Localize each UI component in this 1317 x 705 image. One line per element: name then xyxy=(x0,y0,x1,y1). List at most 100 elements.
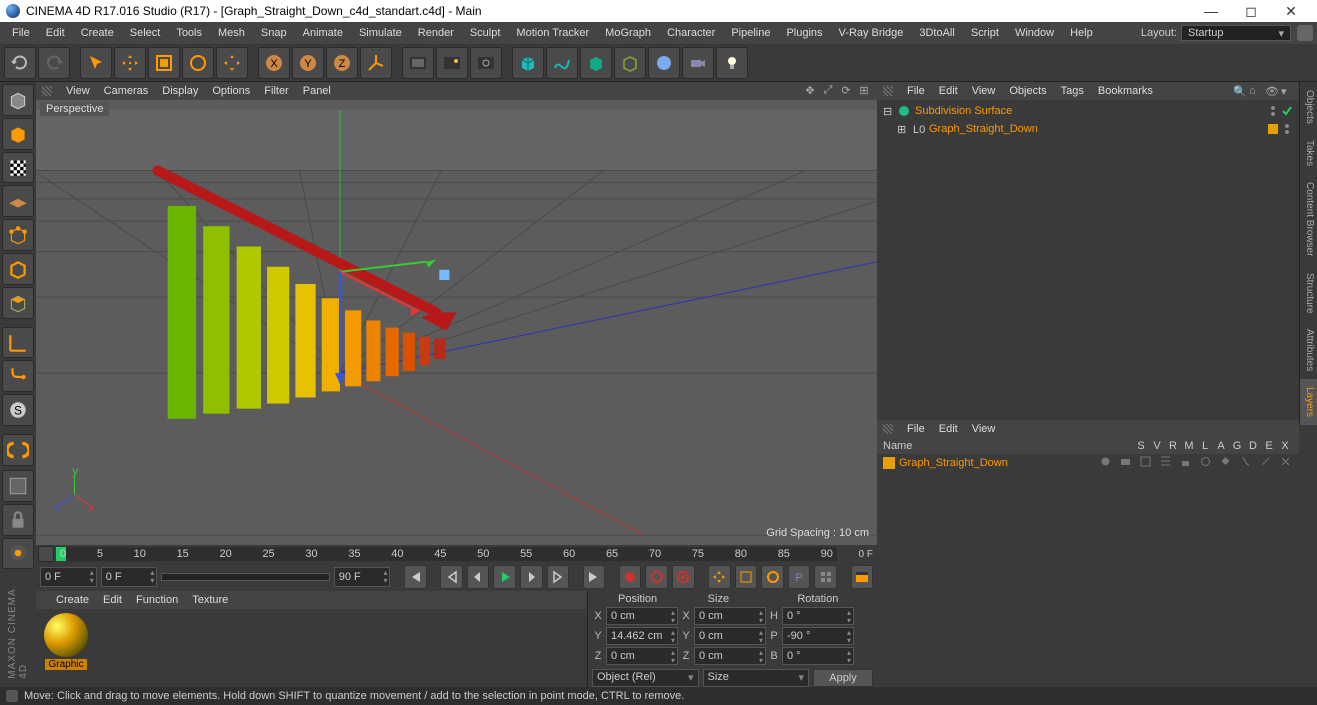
autokey-button[interactable] xyxy=(645,565,668,589)
menu-script[interactable]: Script xyxy=(963,22,1007,44)
keyframe-selection-button[interactable] xyxy=(672,565,695,589)
snap-mode-button[interactable]: S xyxy=(2,394,34,426)
menu-mesh[interactable]: Mesh xyxy=(210,22,253,44)
menu-tools[interactable]: Tools xyxy=(168,22,210,44)
menu-mograph[interactable]: MoGraph xyxy=(597,22,659,44)
material-item[interactable]: Graphic xyxy=(40,613,92,670)
enable-tag-icon[interactable] xyxy=(1281,105,1293,117)
menu-select[interactable]: Select xyxy=(122,22,169,44)
menu-vray[interactable]: V-Ray Bridge xyxy=(831,22,912,44)
tab-content-browser[interactable]: Content Browser xyxy=(1299,174,1317,264)
layer-solo-toggle[interactable] xyxy=(1097,456,1113,470)
edges-mode-button[interactable] xyxy=(2,253,34,285)
timeline-ruler[interactable]: 051015202530354045505560657075808590 0 F xyxy=(36,545,877,563)
mat-menu-edit[interactable]: Edit xyxy=(103,594,122,606)
layer-manager-toggle[interactable] xyxy=(1157,456,1173,470)
tab-attributes[interactable]: Attributes xyxy=(1299,321,1317,379)
grip-icon[interactable] xyxy=(42,86,52,96)
layer-xref-toggle[interactable] xyxy=(1277,456,1293,470)
eye-icon[interactable]: 👁 xyxy=(1265,85,1277,97)
prev-frame-button[interactable] xyxy=(467,565,490,589)
object-name[interactable]: Subdivision Surface xyxy=(915,105,1012,117)
key-scale-button[interactable] xyxy=(735,565,758,589)
viewport-menu-panel[interactable]: Panel xyxy=(303,85,331,97)
range-slider[interactable] xyxy=(161,573,329,581)
timeline-track[interactable]: 051015202530354045505560657075808590 xyxy=(56,547,837,561)
expand-toggle[interactable]: ⊞ xyxy=(897,123,907,136)
material-name[interactable]: Graphic xyxy=(45,659,86,670)
record-button[interactable] xyxy=(619,565,642,589)
go-end-button[interactable] xyxy=(583,565,606,589)
rotation-h-field[interactable]: 0 °▴▾ xyxy=(782,607,854,625)
to-frame-field[interactable]: 90 F▴▾ xyxy=(334,567,391,587)
timeline-icon[interactable] xyxy=(38,546,54,562)
menu-plugins[interactable]: Plugins xyxy=(778,22,830,44)
mat-menu-create[interactable]: Create xyxy=(56,594,89,606)
layer-manager[interactable]: Name S V R M L A G D E X Graph_Straight_… xyxy=(877,438,1299,687)
layer-expr-toggle[interactable] xyxy=(1257,456,1273,470)
obj-menu-objects[interactable]: Objects xyxy=(1009,85,1046,97)
timeline-window-button[interactable] xyxy=(851,565,874,589)
layer-color-swatch[interactable] xyxy=(883,457,895,469)
render-view-button[interactable] xyxy=(402,47,434,79)
menu-sculpt[interactable]: Sculpt xyxy=(462,22,509,44)
viewport-menu-filter[interactable]: Filter xyxy=(264,85,288,97)
layer-def-toggle[interactable] xyxy=(1237,456,1253,470)
obj-menu-bookmarks[interactable]: Bookmarks xyxy=(1098,85,1153,97)
apply-button[interactable]: Apply xyxy=(813,669,873,687)
maximize-button[interactable]: ◻ xyxy=(1231,3,1271,20)
size-y-field[interactable]: 0 cm▴▾ xyxy=(694,627,766,645)
minimize-button[interactable]: — xyxy=(1191,3,1231,19)
layer-anim-toggle[interactable] xyxy=(1197,456,1213,470)
scale-tool[interactable] xyxy=(148,47,180,79)
mat-menu-function[interactable]: Function xyxy=(136,594,178,606)
menu-help[interactable]: Help xyxy=(1062,22,1101,44)
undo-button[interactable] xyxy=(4,47,36,79)
tab-takes[interactable]: Takes xyxy=(1299,132,1317,174)
position-z-field[interactable]: 0 cm▴▾ xyxy=(606,647,678,665)
next-key-button[interactable] xyxy=(547,565,570,589)
menu-file[interactable]: File xyxy=(4,22,38,44)
search-commands-icon[interactable] xyxy=(1297,25,1313,41)
rotate-tool[interactable] xyxy=(182,47,214,79)
position-x-field[interactable]: 0 cm▴▾ xyxy=(606,607,678,625)
points-mode-button[interactable] xyxy=(2,219,34,251)
redo-button[interactable] xyxy=(38,47,70,79)
polygons-mode-button[interactable] xyxy=(2,287,34,319)
render-picture-viewer-button[interactable] xyxy=(436,47,468,79)
viewport-zoom-icon[interactable]: ⤢ xyxy=(821,84,835,98)
menu-render[interactable]: Render xyxy=(410,22,462,44)
add-deformer-button[interactable] xyxy=(614,47,646,79)
home-icon[interactable]: ⌂ xyxy=(1249,85,1261,97)
play-button[interactable] xyxy=(493,565,516,589)
viewport-menu-display[interactable]: Display xyxy=(162,85,198,97)
menu-edit[interactable]: Edit xyxy=(38,22,73,44)
size-x-field[interactable]: 0 cm▴▾ xyxy=(694,607,766,625)
live-selection-tool[interactable] xyxy=(80,47,112,79)
render-settings-button[interactable] xyxy=(470,47,502,79)
size-mode-selector[interactable]: Size xyxy=(703,669,810,687)
coordinate-system[interactable] xyxy=(360,47,392,79)
prev-key-button[interactable] xyxy=(440,565,463,589)
menu-create[interactable]: Create xyxy=(73,22,122,44)
rotation-b-field[interactable]: 0 °▴▾ xyxy=(782,647,854,665)
layer-lock-toggle[interactable] xyxy=(1177,456,1193,470)
grip-icon[interactable] xyxy=(883,424,893,434)
rotation-p-field[interactable]: -90 °▴▾ xyxy=(782,627,854,645)
obj-menu-view[interactable]: View xyxy=(972,85,996,97)
make-editable-button[interactable] xyxy=(2,84,34,116)
object-manager-tree[interactable]: ⊟ Subdivision Surface ⊞ L0 Graph_Straigh… xyxy=(877,100,1299,420)
layer-name[interactable]: Graph_Straight_Down xyxy=(899,457,1093,469)
layer-render-toggle[interactable] xyxy=(1137,456,1153,470)
add-spline-button[interactable] xyxy=(546,47,578,79)
tab-objects[interactable]: Objects xyxy=(1299,82,1317,132)
visibility-tag-icon[interactable] xyxy=(1281,123,1293,135)
recent-tool[interactable] xyxy=(216,47,248,79)
viewport-toggle-icon[interactable]: ⊞ xyxy=(857,84,871,98)
material-preview-icon[interactable] xyxy=(44,613,88,657)
menu-window[interactable]: Window xyxy=(1007,22,1062,44)
menu-animate[interactable]: Animate xyxy=(295,22,351,44)
menu-character[interactable]: Character xyxy=(659,22,723,44)
tree-row-subdivision[interactable]: ⊟ Subdivision Surface xyxy=(879,102,1297,120)
viewport-move-icon[interactable]: ✥ xyxy=(803,84,817,98)
